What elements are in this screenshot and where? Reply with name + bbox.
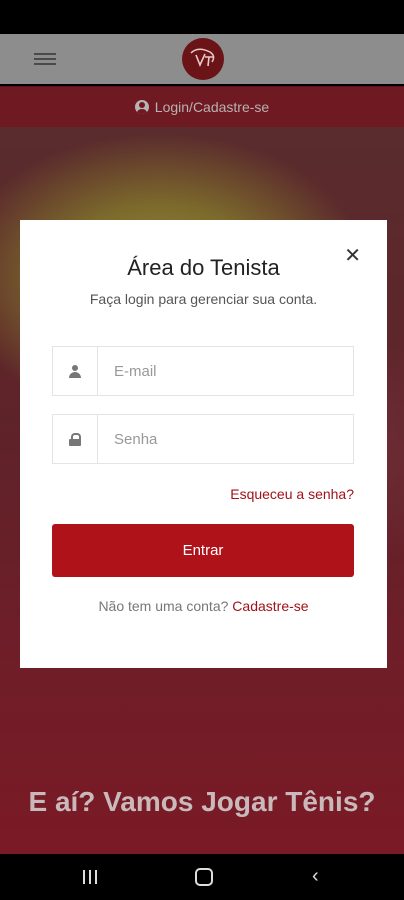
nav-back-icon[interactable]: ‹ <box>312 866 319 886</box>
signup-line: Não tem uma conta? Cadastre-se <box>20 598 387 614</box>
login-register-bar[interactable]: Login/Cadastre-se <box>0 86 404 128</box>
user-icon <box>134 100 149 114</box>
password-field[interactable] <box>98 415 353 463</box>
signup-prompt: Não tem uma conta? <box>98 598 229 614</box>
lock-icon <box>69 432 81 446</box>
password-addon <box>53 415 98 463</box>
login-register-label: Login/Cadastre-se <box>154 99 270 115</box>
email-field[interactable] <box>98 347 353 395</box>
nav-home-icon[interactable] <box>195 868 213 886</box>
hero-title: E aí? Vamos Jogar Tênis? <box>28 786 376 817</box>
logo-mark <box>190 48 215 68</box>
submit-button[interactable]: Entrar <box>52 524 354 577</box>
status-bar <box>0 0 404 34</box>
password-field-group <box>52 414 354 464</box>
login-modal: ✕ Área do Tenista Faça login para gerenc… <box>20 220 387 668</box>
system-nav-bar: ‹ <box>0 854 404 900</box>
email-field-group <box>52 346 354 396</box>
menu-icon[interactable] <box>34 53 56 65</box>
logo[interactable] <box>182 38 224 80</box>
email-addon <box>53 347 98 395</box>
forgot-password-link[interactable]: Esqueceu a senha? <box>230 486 354 502</box>
person-icon <box>69 364 81 378</box>
nav-recent-icon[interactable] <box>83 870 99 884</box>
signup-link[interactable]: Cadastre-se <box>232 598 308 614</box>
app-header <box>0 34 404 84</box>
modal-subtitle: Faça login para gerenciar sua conta. <box>89 291 318 307</box>
modal-title: Área do Tenista <box>127 255 280 280</box>
